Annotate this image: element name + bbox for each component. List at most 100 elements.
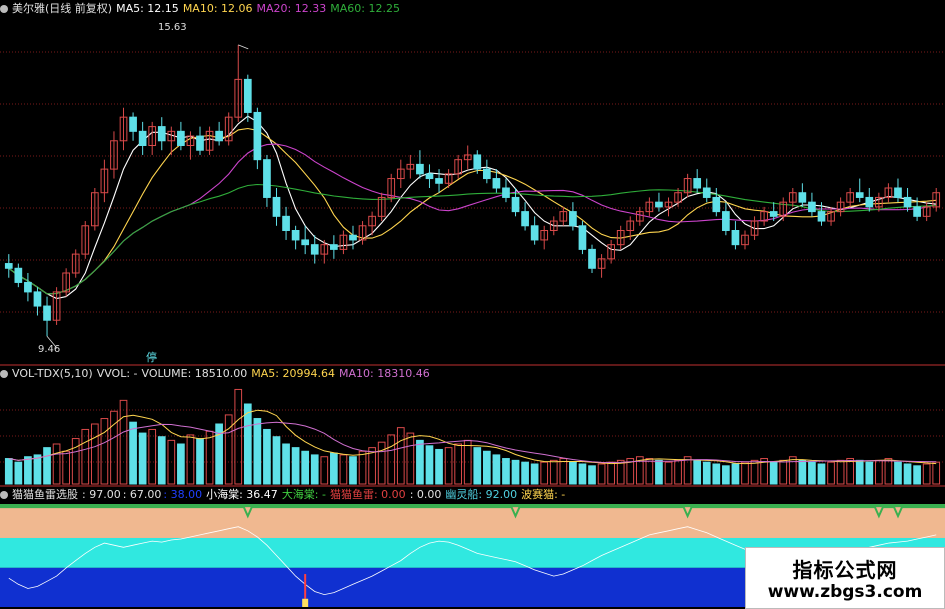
candle-body xyxy=(243,78,252,113)
volume-bar xyxy=(339,454,348,485)
volume-bar xyxy=(530,463,539,485)
volume-bar xyxy=(263,428,271,485)
candle-body xyxy=(282,215,290,231)
volume-bar xyxy=(521,461,529,485)
volume-bar xyxy=(702,461,711,485)
signal-yellow-tail xyxy=(302,598,309,607)
volume-bar xyxy=(186,434,195,485)
candle-body xyxy=(138,130,147,146)
xiaohaitang-readout: : 36.47 xyxy=(239,488,278,501)
band-38: : 38.00 xyxy=(163,488,203,501)
candle-body xyxy=(435,178,443,184)
youlingchuan-readout: 幽灵船: 92.00 xyxy=(445,488,518,501)
volume-bar xyxy=(913,465,921,485)
stock-chart: 15.63 9.46 停 xyxy=(0,22,945,607)
volume-bar xyxy=(798,459,807,485)
volume-bar xyxy=(358,450,367,485)
volume-bar xyxy=(569,461,577,485)
volume-bar xyxy=(683,456,692,485)
volume-bar xyxy=(894,461,902,485)
volume-bar xyxy=(750,459,759,485)
candle-body xyxy=(693,178,702,189)
volume-bar xyxy=(282,443,290,485)
volume-bar xyxy=(693,459,702,485)
vol-title: VOL-TDX(5,10) xyxy=(12,367,93,380)
volume-bar xyxy=(100,418,109,485)
indicator-title: 猫猫鱼雷选股 xyxy=(12,488,78,501)
volume-bar xyxy=(492,454,501,485)
volume-bar xyxy=(406,432,415,485)
volume-bar xyxy=(272,436,281,485)
volume-bar xyxy=(62,450,70,485)
volume-bar xyxy=(177,443,185,485)
volume-bar xyxy=(396,427,405,485)
candle-body xyxy=(530,225,539,241)
vol-ma5-readout: MA5: 20994.64 xyxy=(251,367,335,380)
high-pointer xyxy=(238,44,249,50)
volume-bar xyxy=(129,421,137,485)
volume-bar xyxy=(330,452,338,485)
vvol-readout: VVOL: - xyxy=(96,367,138,380)
volume-bar xyxy=(817,463,826,485)
volume-ma5-line xyxy=(8,409,937,465)
volume-bar xyxy=(52,443,61,485)
circle-icon xyxy=(0,5,8,13)
volume-bar xyxy=(616,459,625,485)
xiaohaitang-label: 小海棠 xyxy=(206,488,240,501)
maomao-b-readout: : 0.00 xyxy=(409,488,442,501)
candle-body xyxy=(855,192,864,198)
candle-body xyxy=(301,239,310,246)
volume-bar xyxy=(119,399,128,485)
volume-bar xyxy=(71,438,80,485)
candle-body xyxy=(798,192,807,203)
volume-bar xyxy=(243,403,252,485)
candle-body xyxy=(511,196,520,213)
candle-body xyxy=(731,230,740,246)
volume-bar xyxy=(808,461,816,485)
candle-body xyxy=(349,234,357,241)
ma20-readout: MA20: 12.33 xyxy=(256,2,327,15)
candle-body xyxy=(492,178,501,189)
volume-bar xyxy=(14,461,23,485)
volume-bar xyxy=(320,456,329,485)
candle-body xyxy=(33,291,42,307)
maomao-a-readout: : 0.00 xyxy=(373,488,406,501)
price-header: 美尔雅(日线 前复权) MA5: 12.15 MA10: 12.06 MA20: 12… xyxy=(0,2,404,16)
candle-body xyxy=(712,196,721,213)
candle-body xyxy=(272,196,281,217)
candle-body xyxy=(330,244,338,250)
candle-body xyxy=(14,267,23,283)
candle-body xyxy=(578,225,587,250)
volume-bar xyxy=(81,428,90,485)
price-grid xyxy=(0,51,945,487)
volume-bar xyxy=(511,459,520,485)
volume-bar xyxy=(540,461,549,485)
maomao-label: 猫猫鱼雷 xyxy=(329,488,374,501)
volume-bar xyxy=(875,459,883,485)
candle-body xyxy=(817,211,826,222)
ma-line-ma20 xyxy=(8,143,937,295)
volume-bar xyxy=(310,454,319,485)
candle-body xyxy=(569,211,577,227)
volume-bar xyxy=(655,459,663,485)
volume-bar xyxy=(827,461,835,485)
candle-body xyxy=(473,154,482,170)
candle-body xyxy=(291,230,300,241)
candle-body xyxy=(655,201,663,208)
candle-body xyxy=(521,211,529,227)
ma-line-ma5 xyxy=(8,115,937,300)
watermark-title: 指标公式网 xyxy=(792,558,898,582)
candle-body xyxy=(310,244,319,255)
volume-bar xyxy=(932,461,941,485)
candle-body xyxy=(157,126,166,142)
candle-body xyxy=(865,196,874,208)
volume-bar xyxy=(24,456,32,485)
volume-bar xyxy=(43,447,51,485)
volume-bar xyxy=(444,447,453,485)
candle-body xyxy=(482,168,491,180)
volume-bar xyxy=(301,450,310,485)
circle-icon xyxy=(0,491,8,499)
candle-body xyxy=(177,130,185,146)
candle-body xyxy=(903,196,912,208)
candle-body xyxy=(913,206,921,217)
